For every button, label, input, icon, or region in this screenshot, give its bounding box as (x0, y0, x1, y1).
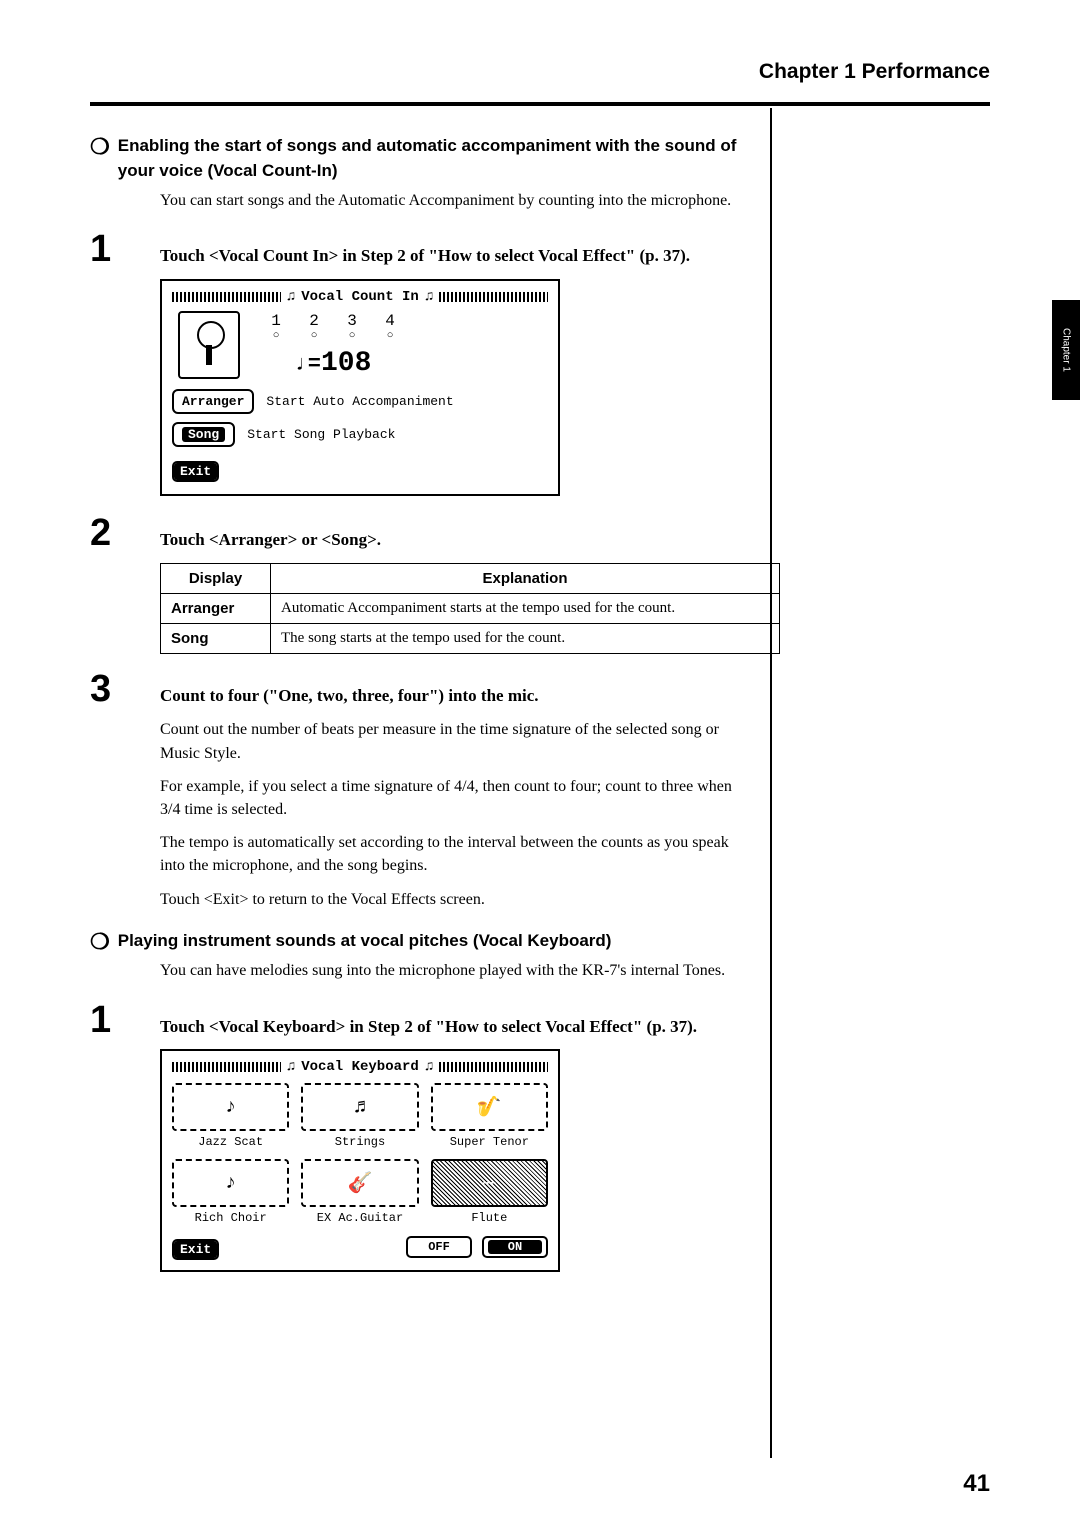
tone-flute[interactable]: — Flute (431, 1159, 548, 1225)
note-icon: ♫ (425, 289, 433, 305)
tone-strings[interactable]: ♬ Strings (301, 1083, 418, 1149)
step-number: 1. (90, 1001, 142, 1039)
table-row: Song The song starts at the tempo used f… (161, 623, 780, 653)
off-button[interactable]: OFF (406, 1236, 472, 1258)
section1-title: Enabling the start of songs and automati… (118, 134, 750, 183)
decoration-right (439, 292, 548, 302)
side-tab-chapter1: Chapter 1 (1052, 300, 1080, 400)
tone-jazz-scat[interactable]: ♪ Jazz Scat (172, 1083, 289, 1149)
bullet-icon: ❍ (90, 136, 110, 158)
section1-intro: You can start songs and the Automatic Ac… (160, 189, 750, 212)
section2-title: Playing instrument sounds at vocal pitch… (118, 929, 612, 954)
exit-button[interactable]: Exit (172, 461, 219, 482)
table-header-explanation: Explanation (271, 563, 780, 593)
lcd2-title: Vocal Keyboard (301, 1059, 419, 1075)
step-3: 3. Count to four ("One, two, three, four… (90, 670, 750, 709)
tone-icon: 🎸 (301, 1159, 418, 1207)
lcd1-title: Vocal Count In (301, 289, 419, 305)
tone-rich-choir[interactable]: ♪ Rich Choir (172, 1159, 289, 1225)
chapter-header: Chapter 1 Performance (90, 60, 990, 92)
section2-intro: You can have melodies sung into the micr… (160, 959, 750, 982)
step-1-vk: 1. Touch <Vocal Keyboard> in Step 2 of "… (90, 1001, 750, 1040)
song-button[interactable]: Song (172, 422, 235, 447)
lcd-vocal-count-in: ♫ Vocal Count In ♫ 1○ 2○ 3○ 4○ (160, 279, 560, 496)
step-number: 2. (90, 514, 142, 552)
step-2: 2. Touch <Arranger> or <Song>. (90, 514, 750, 553)
step-number: 3. (90, 670, 142, 708)
step-1: 1. Touch <Vocal Count In> in Step 2 of "… (90, 230, 750, 269)
on-button[interactable]: ON (482, 1236, 548, 1258)
tempo-display: ♩=108 (295, 348, 372, 379)
decoration-left (172, 1062, 281, 1072)
tone-icon: — (431, 1159, 548, 1207)
section-heading-vocal-keyboard: ❍ Playing instrument sounds at vocal pit… (90, 929, 750, 954)
page-number: 41 (963, 1470, 990, 1498)
bullet-icon: ❍ (90, 931, 110, 953)
song-desc: Start Song Playback (247, 427, 395, 442)
tone-super-tenor[interactable]: 🎷 Super Tenor (431, 1083, 548, 1149)
step1-text: Touch <Vocal Count In> in Step 2 of "How… (160, 244, 690, 269)
mic-icon-box[interactable] (178, 311, 240, 379)
section-heading-vocal-count-in: ❍ Enabling the start of songs and automa… (90, 134, 750, 183)
step3-body1: Count out the number of beats per measur… (160, 718, 750, 764)
decoration-right (439, 1062, 548, 1072)
header-rule (90, 102, 990, 106)
tone-icon: ♪ (172, 1159, 289, 1207)
count-indicators: 1○ 2○ 3○ 4○ (268, 312, 398, 342)
microphone-icon (189, 321, 229, 369)
note-icon: ♫ (425, 1059, 433, 1075)
step-number: 1. (90, 230, 142, 268)
exit-button[interactable]: Exit (172, 1239, 219, 1260)
tone-icon: ♪ (172, 1083, 289, 1131)
decoration-left (172, 292, 281, 302)
step2-text: Touch <Arranger> or <Song>. (160, 528, 381, 553)
step3-body2: For example, if you select a time signat… (160, 775, 750, 821)
step3-body3: The tempo is automatically set according… (160, 831, 750, 877)
step3-body4: Touch <Exit> to return to the Vocal Effe… (160, 888, 750, 911)
arranger-desc: Start Auto Accompaniment (266, 394, 453, 409)
table-row: Arranger Automatic Accompaniment starts … (161, 593, 780, 623)
vertical-rule (770, 108, 772, 1458)
step3-text: Count to four ("One, two, three, four") … (160, 684, 539, 709)
tone-icon: 🎷 (431, 1083, 548, 1131)
table-header-display: Display (161, 563, 271, 593)
lcd-vocal-keyboard: ♫ Vocal Keyboard ♫ ♪ Jazz Scat ♬ Strings… (160, 1049, 560, 1272)
vk-step1-text: Touch <Vocal Keyboard> in Step 2 of "How… (160, 1015, 697, 1040)
note-icon: ♫ (287, 289, 295, 305)
arranger-song-table: Display Explanation Arranger Automatic A… (160, 563, 780, 654)
note-icon: ♫ (287, 1059, 295, 1075)
arranger-button[interactable]: Arranger (172, 389, 254, 414)
tone-icon: ♬ (301, 1083, 418, 1131)
tone-ex-ac-guitar[interactable]: 🎸 EX Ac.Guitar (301, 1159, 418, 1225)
